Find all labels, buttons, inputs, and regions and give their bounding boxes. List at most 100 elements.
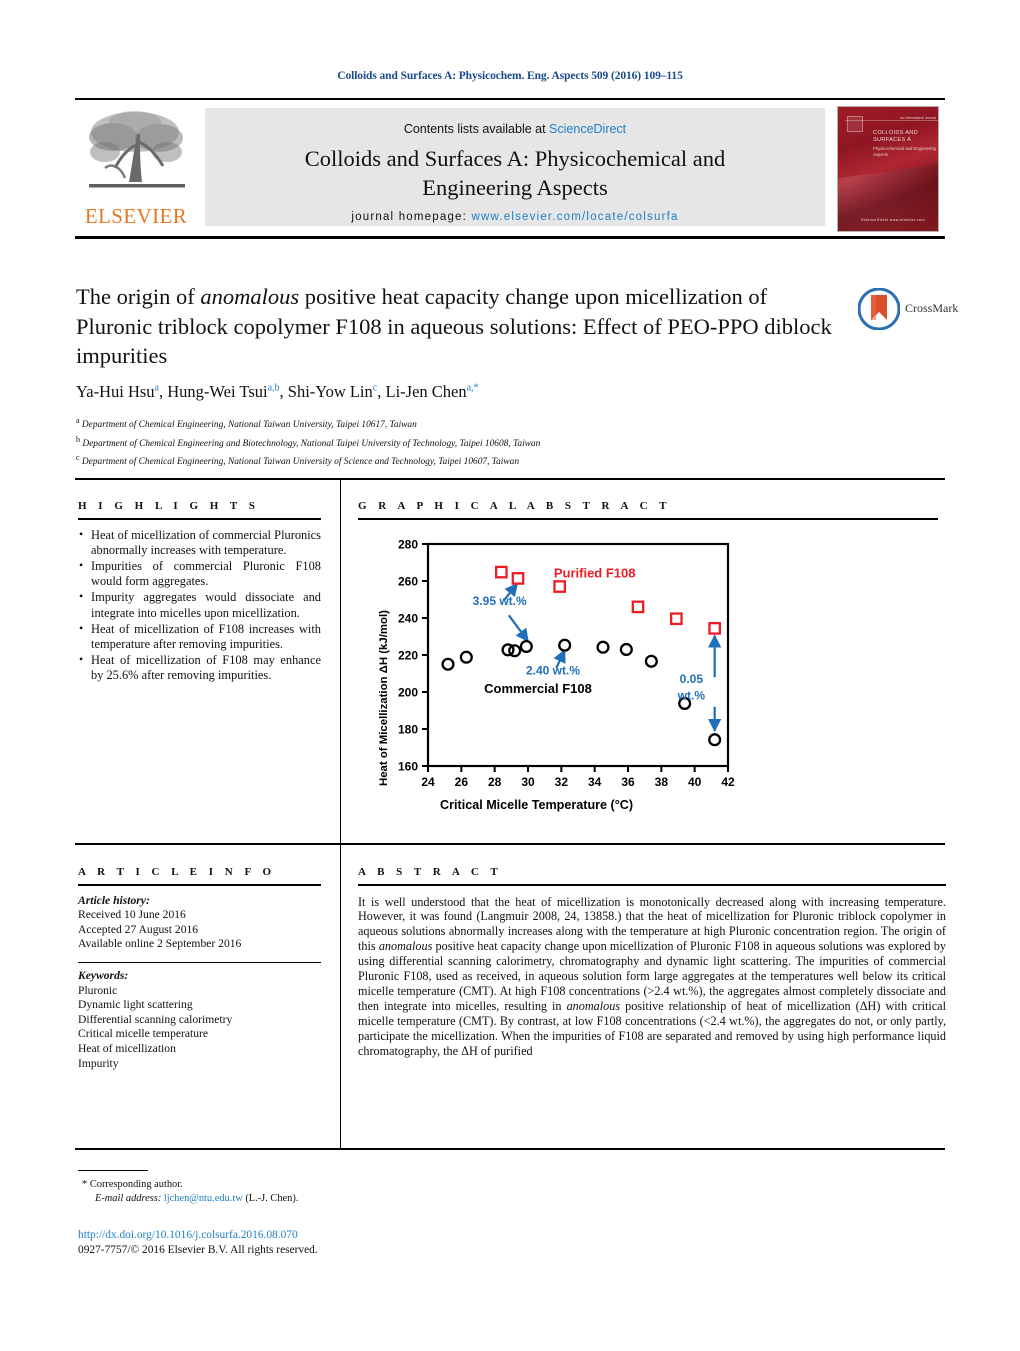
affiliation-b: b Department of Chemical Engineering and…	[76, 433, 876, 452]
section-rule-middle	[75, 843, 945, 845]
author-sep-2: ,	[279, 382, 288, 401]
elsevier-tree-icon	[89, 111, 185, 188]
contents-available-line: Contents lists available at ScienceDirec…	[205, 122, 825, 136]
contents-prefix: Contents lists available at	[403, 122, 550, 136]
section-rule-top	[75, 478, 945, 480]
keyword-item: Dynamic light scattering	[78, 998, 193, 1012]
email-line: E-mail address: ljchen@ntu.edu.tw (L.-J.…	[82, 1192, 582, 1206]
section-rule-bottom	[75, 1148, 945, 1150]
highlights-section: H I G H L I G H T S Heat of micellizatio…	[78, 500, 321, 685]
chart-x-tick-label: 32	[555, 775, 569, 789]
author-list: Ya-Hui Hsua, Hung-Wei Tsuia,b, Shi-Yow L…	[76, 382, 876, 402]
abstract-italic-1: anomalous	[378, 939, 433, 954]
author-2-name: Hung-Wei Tsui	[167, 382, 268, 401]
title-block: The origin of anomalous positive heat ca…	[76, 282, 846, 371]
chart-x-tick-label: 24	[421, 775, 435, 789]
chart-x-tick-label: 30	[521, 775, 535, 789]
author-1: Ya-Hui Hsua	[76, 382, 159, 401]
highlight-item: Heat of micellization of F108 may enhanc…	[78, 652, 321, 683]
email-label: E-mail address:	[95, 1192, 162, 1204]
author-4: Li-Jen Chena,*	[385, 382, 478, 401]
affiliation-c-text: Department of Chemical Engineering, Nati…	[81, 457, 520, 468]
article-history-item: Received 10 June 2016	[78, 908, 186, 922]
highlights-heading: H I G H L I G H T S	[78, 500, 260, 512]
author-2-marks: a,b	[267, 382, 280, 394]
paper-title: The origin of anomalous positive heat ca…	[76, 282, 846, 371]
chart-point-commercial	[596, 640, 610, 654]
abstract-body: It is well understood that the heat of m…	[358, 895, 946, 1059]
highlight-item: Impurity aggregates would dissociate and…	[78, 589, 321, 620]
corresponding-line: * Corresponding author.	[82, 1178, 582, 1192]
masthead-center: Contents lists available at ScienceDirec…	[205, 108, 825, 226]
title-italic-anomalous: anomalous	[200, 284, 300, 309]
chart-x-tick-label: 36	[621, 775, 635, 789]
chart-x-tick-label: 40	[688, 775, 702, 789]
chart-point-commercial	[441, 657, 455, 671]
article-history-item: Accepted 27 August 2016	[78, 922, 199, 936]
article-info-rule	[78, 884, 321, 886]
chart-x-tick-label: 42	[721, 775, 735, 789]
chart-x-tick-label: 28	[488, 775, 502, 789]
keywords-heading: Keywords:	[78, 969, 129, 983]
cover-subtitle: Physicochemical and Engineering Aspects	[873, 146, 936, 157]
article-history-heading: Article history:	[78, 893, 150, 907]
cover-title: COLLOIDS AND SURFACES A	[873, 130, 918, 143]
elsevier-wordmark: ELSEVIER	[84, 204, 188, 228]
abstract-section: A B S T R A C T It is well understood th…	[358, 866, 946, 1058]
title-seg-1: The origin of	[76, 284, 201, 309]
affiliation-b-mark: b	[76, 434, 80, 444]
chart-annotation: Purified F108	[554, 565, 636, 580]
copyright-line: 0927-7757/© 2016 Elsevier B.V. All right…	[78, 1244, 318, 1256]
crossmark-icon	[858, 288, 900, 330]
affiliation-c: c Department of Chemical Engineering, Na…	[76, 451, 876, 470]
affiliation-a: a Department of Chemical Engineering, Na…	[76, 414, 876, 433]
chart-annotation: 0.05	[680, 672, 704, 686]
chart-point-commercial	[619, 642, 633, 656]
chart-y-tick-label: 240	[398, 612, 418, 626]
keyword-item: Differential scanning calorimetry	[78, 1012, 233, 1026]
chart-annotation: wt.%	[677, 688, 706, 702]
abstract-heading: A B S T R A C T	[358, 866, 503, 878]
graphical-abstract-rule	[358, 518, 938, 520]
homepage-url-link[interactable]: www.elsevier.com/locate/colsurfa	[471, 211, 678, 223]
elsevier-logo: ELSEVIER	[77, 106, 195, 234]
graphical-abstract-section: G R A P H I C A L A B S T R A C T	[358, 500, 938, 520]
chart-x-axis-label: Critical Micelle Temperature (°C)	[440, 798, 634, 812]
email-link[interactable]: ljchen@ntu.edu.tw	[164, 1193, 243, 1204]
chart-point-purified	[553, 580, 567, 593]
journal-homepage-line: journal homepage: www.elsevier.com/locat…	[205, 211, 825, 223]
graphical-abstract-heading: G R A P H I C A L A B S T R A C T	[358, 500, 671, 512]
email-suffix: (L.-J. Chen).	[242, 1192, 299, 1204]
journal-title-line2: Engineering Aspects	[422, 175, 608, 200]
chart-y-tick-label: 180	[398, 723, 418, 737]
sciencedirect-link[interactable]: ScienceDirect	[549, 122, 626, 136]
author-4-marks: a,*	[466, 382, 479, 394]
journal-cover-thumbnail: An International Journal COLLOIDS AND SU…	[837, 106, 939, 232]
chart-point-purified	[511, 572, 525, 585]
graphical-abstract-chart: Heat of Micellization ΔH (kJ/mol) Critic…	[366, 534, 746, 819]
corresponding-marker: *	[82, 1179, 88, 1190]
keyword-item: Heat of micellization	[78, 1042, 176, 1056]
keyword-item: Impurity	[78, 1056, 119, 1070]
cover-top-banner: An International Journal	[845, 116, 938, 121]
affiliation-a-text: Department of Chemical Engineering, Nati…	[81, 420, 417, 431]
keyword-item: Critical micelle temperature	[78, 1027, 209, 1041]
journal-masthead: ELSEVIER Contents lists available at Sci…	[75, 98, 945, 239]
chart-point-purified	[631, 600, 645, 614]
chart-y-axis-label: Heat of Micellization ΔH (kJ/mol)	[378, 610, 390, 786]
chart-point-commercial	[508, 644, 522, 658]
paper-page: Colloids and Surfaces A: Physicochem. En…	[0, 0, 1020, 1351]
chart-point-commercial	[708, 733, 722, 747]
chart-point-commercial	[519, 639, 533, 654]
chart-x-tick-label: 38	[655, 775, 669, 789]
chart-x-tick-label: 34	[588, 775, 602, 789]
article-info-section: A R T I C L E I N F O Article history: R…	[78, 866, 321, 1071]
chart-point-purified	[708, 622, 722, 635]
affiliation-a-mark: a	[76, 416, 80, 425]
chart-annotation: 2.40 wt.%	[526, 663, 580, 677]
journal-title-line1: Colloids and Surfaces A: Physicochemical…	[304, 146, 726, 171]
cover-bottom-text: ScienceDirect www.elsevier.com	[861, 218, 925, 222]
chart-y-tick-label: 200	[398, 686, 418, 700]
crossmark-badge[interactable]: CrossMark	[858, 288, 958, 332]
doi-link[interactable]: http://dx.doi.org/10.1016/j.colsurfa.201…	[78, 1229, 298, 1241]
